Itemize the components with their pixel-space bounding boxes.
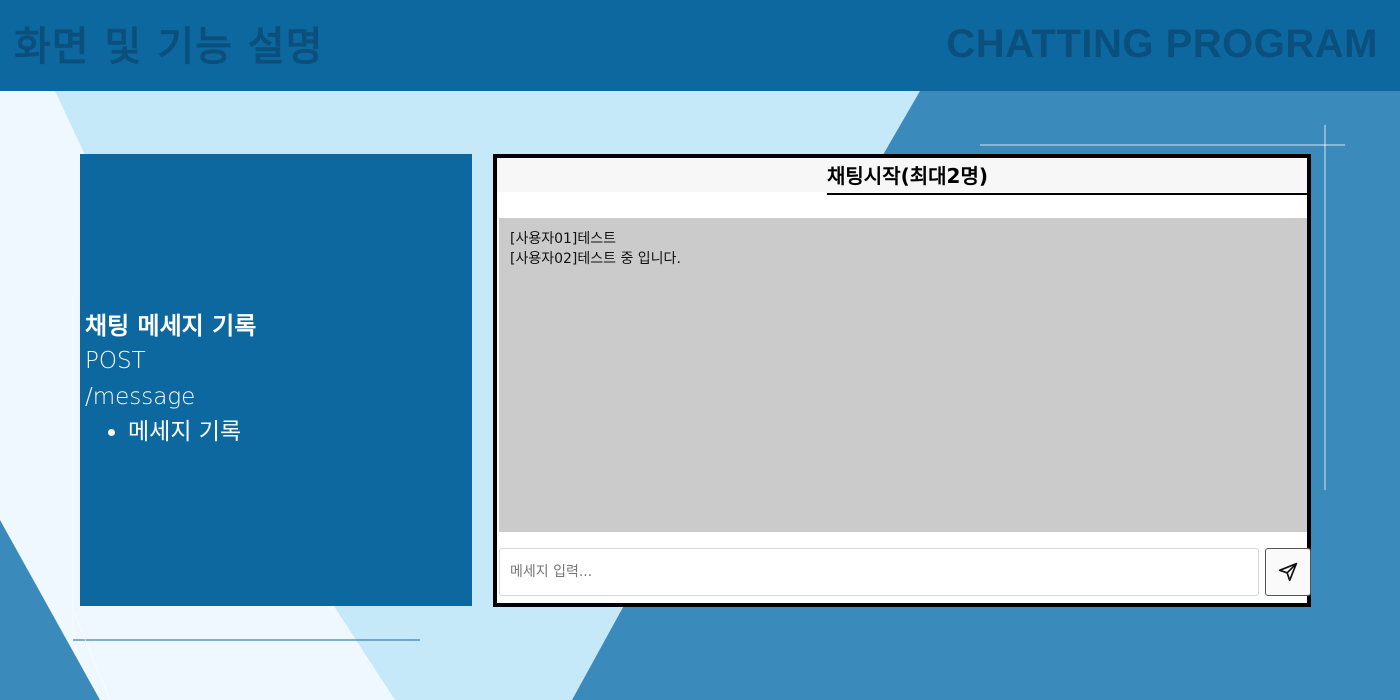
chat-log[interactable]: [사용자01]테스트 [사용자02]테스트 중 입니다. — [499, 218, 1307, 532]
chat-title: 채팅시작(최대2명) — [827, 160, 1307, 195]
chat-header: 채팅시작(최대2명) — [497, 158, 1307, 195]
chat-message: [사용자01]테스트 — [510, 231, 617, 247]
send-icon — [1278, 562, 1298, 582]
program-title: CHATTING PROGRAM — [946, 22, 1378, 66]
http-method: POST — [85, 348, 146, 374]
info-title: 채팅 메세지 기록 — [85, 312, 257, 340]
info-content: 채팅 메세지 기록 POST /message 메세지 기록 — [85, 309, 256, 449]
send-button[interactable] — [1265, 548, 1311, 596]
info-panel: 채팅 메세지 기록 POST /message 메세지 기록 — [80, 154, 472, 606]
chat-window: 채팅시작(최대2명) [사용자01]테스트 [사용자02]테스트 중 입니다. — [493, 154, 1311, 607]
page-title: 화면 및 기능 설명 — [14, 24, 324, 70]
message-input[interactable] — [499, 548, 1259, 596]
header-bar: 화면 및 기능 설명 CHATTING PROGRAM — [0, 0, 1400, 91]
api-endpoint: /message — [85, 384, 196, 410]
info-bullet-list: 메세지 기록 — [85, 415, 256, 449]
chat-message: [사용자02]테스트 중 입니다. — [510, 251, 681, 267]
info-bullet-item: 메세지 기록 — [128, 415, 256, 449]
